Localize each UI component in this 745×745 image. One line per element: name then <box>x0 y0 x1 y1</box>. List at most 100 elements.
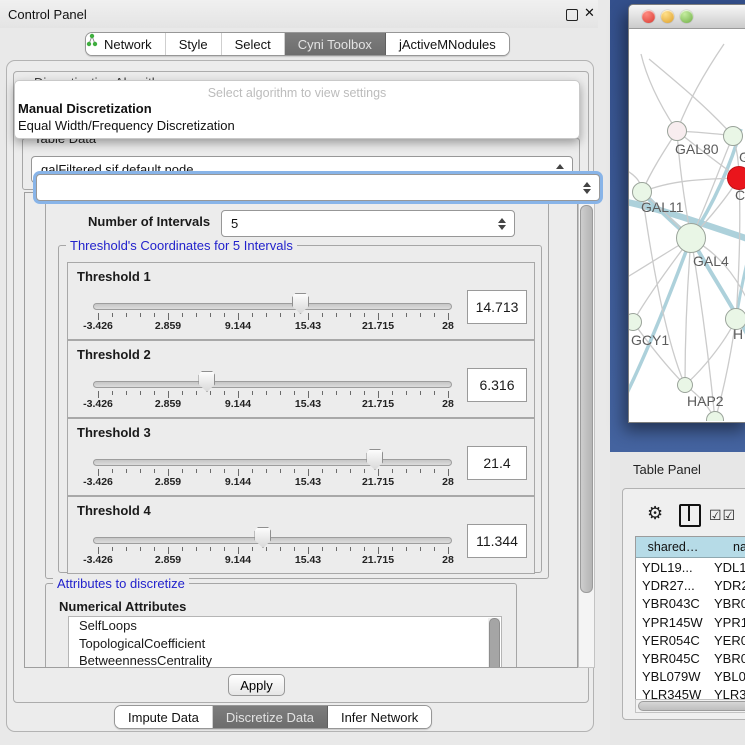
threshold-panel-1: Threshold 1-3.4262.8599.14415.4321.71528… <box>67 262 535 340</box>
number-of-intervals-value: 5 <box>222 216 497 231</box>
main-scrollbar-thumb[interactable] <box>580 205 593 593</box>
slider-thumb[interactable] <box>366 449 383 470</box>
attribute-list-item[interactable]: SelfLoops <box>69 617 501 635</box>
table-cell[interactable]: YDL19... <box>642 560 693 578</box>
thresholds-group: Threshold's Coordinates for 5 Intervals … <box>58 245 542 573</box>
threshold-value-field[interactable]: 14.713 <box>467 290 527 324</box>
slider-track[interactable] <box>93 537 452 544</box>
table-cell[interactable]: YLR3 <box>714 687 745 699</box>
number-of-intervals-label: Number of Intervals <box>88 214 210 229</box>
node-hap2[interactable] <box>677 377 693 393</box>
table-cell[interactable]: YBR045C <box>642 651 700 669</box>
slider-tick <box>126 391 127 395</box>
bottom-tab-impute-data[interactable]: Impute Data <box>115 706 213 728</box>
slider-tick <box>420 313 421 317</box>
table-cell[interactable]: YDR2 <box>714 578 745 596</box>
minimize-traffic-light-icon[interactable] <box>661 10 674 23</box>
slider-tick <box>434 391 435 395</box>
apply-button[interactable]: Apply <box>228 674 285 696</box>
tab-select[interactable]: Select <box>222 33 285 55</box>
panel-splitter[interactable] <box>598 0 610 745</box>
attribute-list-item[interactable]: BetweennessCentrality <box>69 652 501 668</box>
slider-tick <box>448 391 449 398</box>
threshold-label: Threshold 3 <box>77 425 151 440</box>
slider-tick <box>434 547 435 551</box>
table-cell[interactable]: YBR0 <box>714 651 745 669</box>
table-cell[interactable]: YPR1 <box>714 615 745 633</box>
slider-thumb[interactable] <box>254 527 271 548</box>
slider-tick <box>322 469 323 473</box>
tab-cyni-toolbox[interactable]: Cyni Toolbox <box>285 33 386 55</box>
split-columns-icon[interactable] <box>679 504 701 527</box>
number-of-intervals-spinner[interactable]: 5 <box>221 210 515 237</box>
table-cell[interactable]: YBL0 <box>714 669 745 687</box>
slider-tick <box>112 313 113 317</box>
node-table[interactable]: shared…na YDL19... YDL1 YDR27... YDR2 YBR043C… <box>635 536 745 699</box>
table-cell[interactable]: YLR345W <box>642 687 701 699</box>
slider-thumb[interactable] <box>198 371 215 392</box>
table-cell[interactable]: YBR043C <box>642 596 700 614</box>
slider-track[interactable] <box>93 303 452 310</box>
table-cell[interactable]: YDL1 <box>714 560 745 578</box>
column-header-2[interactable]: na <box>710 537 745 558</box>
numerical-attributes-list[interactable]: SelfLoopsTopologicalCoefficientBetweenne… <box>68 616 502 668</box>
close-icon[interactable]: ✕ <box>584 5 595 21</box>
table-cell[interactable]: YER054C <box>642 633 700 651</box>
network-window-titlebar[interactable] <box>629 5 745 29</box>
algorithm-combo[interactable] <box>36 174 600 201</box>
table-horizontal-scrollbar-thumb[interactable] <box>638 701 745 711</box>
tab-label: Network <box>104 37 152 52</box>
node-label: GCY1 <box>631 332 669 348</box>
slider-tick <box>140 313 141 317</box>
slider-tick <box>98 547 99 554</box>
algorithm-option-1[interactable]: Manual Discretization <box>18 101 152 116</box>
bottom-tab-discretize-data[interactable]: Discretize Data <box>213 706 328 728</box>
slider-tick <box>392 313 393 317</box>
table-cell[interactable]: YDR27... <box>642 578 695 596</box>
slider-tick <box>378 547 379 554</box>
tab-style[interactable]: Style <box>166 33 222 55</box>
network-view[interactable]: GAL80GACGAL11GAL4GCY1HHAP2 <box>629 29 745 421</box>
threshold-value-field[interactable]: 6.316 <box>467 368 527 402</box>
gear-icon[interactable]: ⚙ <box>647 504 663 522</box>
slider-thumb[interactable] <box>292 293 309 314</box>
attributes-scrollbar-thumb[interactable] <box>489 618 500 668</box>
slider-tick <box>266 547 267 551</box>
node-label: C <box>735 187 745 203</box>
network-window: GAL80GACGAL11GAL4GCY1HHAP2 <box>628 4 745 423</box>
algorithm-option-2[interactable]: Equal Width/Frequency Discretization <box>18 118 235 133</box>
bottom-tab-label: Infer Network <box>341 710 418 725</box>
node-gal4[interactable] <box>676 223 706 253</box>
slider-track[interactable] <box>93 459 452 466</box>
threshold-value-field[interactable]: 11.344 <box>467 524 527 558</box>
bottom-tab-infer-network[interactable]: Infer Network <box>328 706 431 728</box>
slider-tick <box>280 313 281 317</box>
attributes-scrollbar[interactable] <box>488 618 500 668</box>
main-scrollbar[interactable] <box>578 192 595 668</box>
slider-tick <box>140 469 141 473</box>
table-cell[interactable]: YPR145W <box>642 615 703 633</box>
slider-tick <box>364 391 365 395</box>
threshold-label: Threshold 1 <box>77 269 151 284</box>
slider-track[interactable] <box>93 381 452 388</box>
table-cell[interactable]: YER0 <box>714 633 745 651</box>
threshold-value-field[interactable]: 21.4 <box>467 446 527 480</box>
tab-jactivemnodules[interactable]: jActiveMNodules <box>386 33 509 55</box>
node-top-right[interactable] <box>723 126 743 146</box>
select-columns-checkbox-icons[interactable]: ☑☑ <box>709 507 736 524</box>
close-traffic-light-icon[interactable] <box>642 10 655 23</box>
slider-tick <box>322 391 323 395</box>
slider-tick <box>392 469 393 473</box>
attributes-group-title: Attributes to discretize <box>53 576 189 591</box>
node-gal80[interactable] <box>667 121 687 141</box>
node-label: GA <box>739 149 745 165</box>
tab-network[interactable]: Network <box>86 33 166 55</box>
table-cell[interactable]: YBR0 <box>714 596 745 614</box>
attribute-list-item[interactable]: TopologicalCoefficient <box>69 635 501 653</box>
float-window-icon[interactable] <box>566 9 578 21</box>
column-header-1[interactable]: shared… <box>636 537 711 558</box>
table-horizontal-scrollbar[interactable] <box>635 699 745 713</box>
table-cell[interactable]: YBL079W <box>642 669 701 687</box>
zoom-traffic-light-icon[interactable] <box>680 10 693 23</box>
slider-tick <box>448 469 449 476</box>
